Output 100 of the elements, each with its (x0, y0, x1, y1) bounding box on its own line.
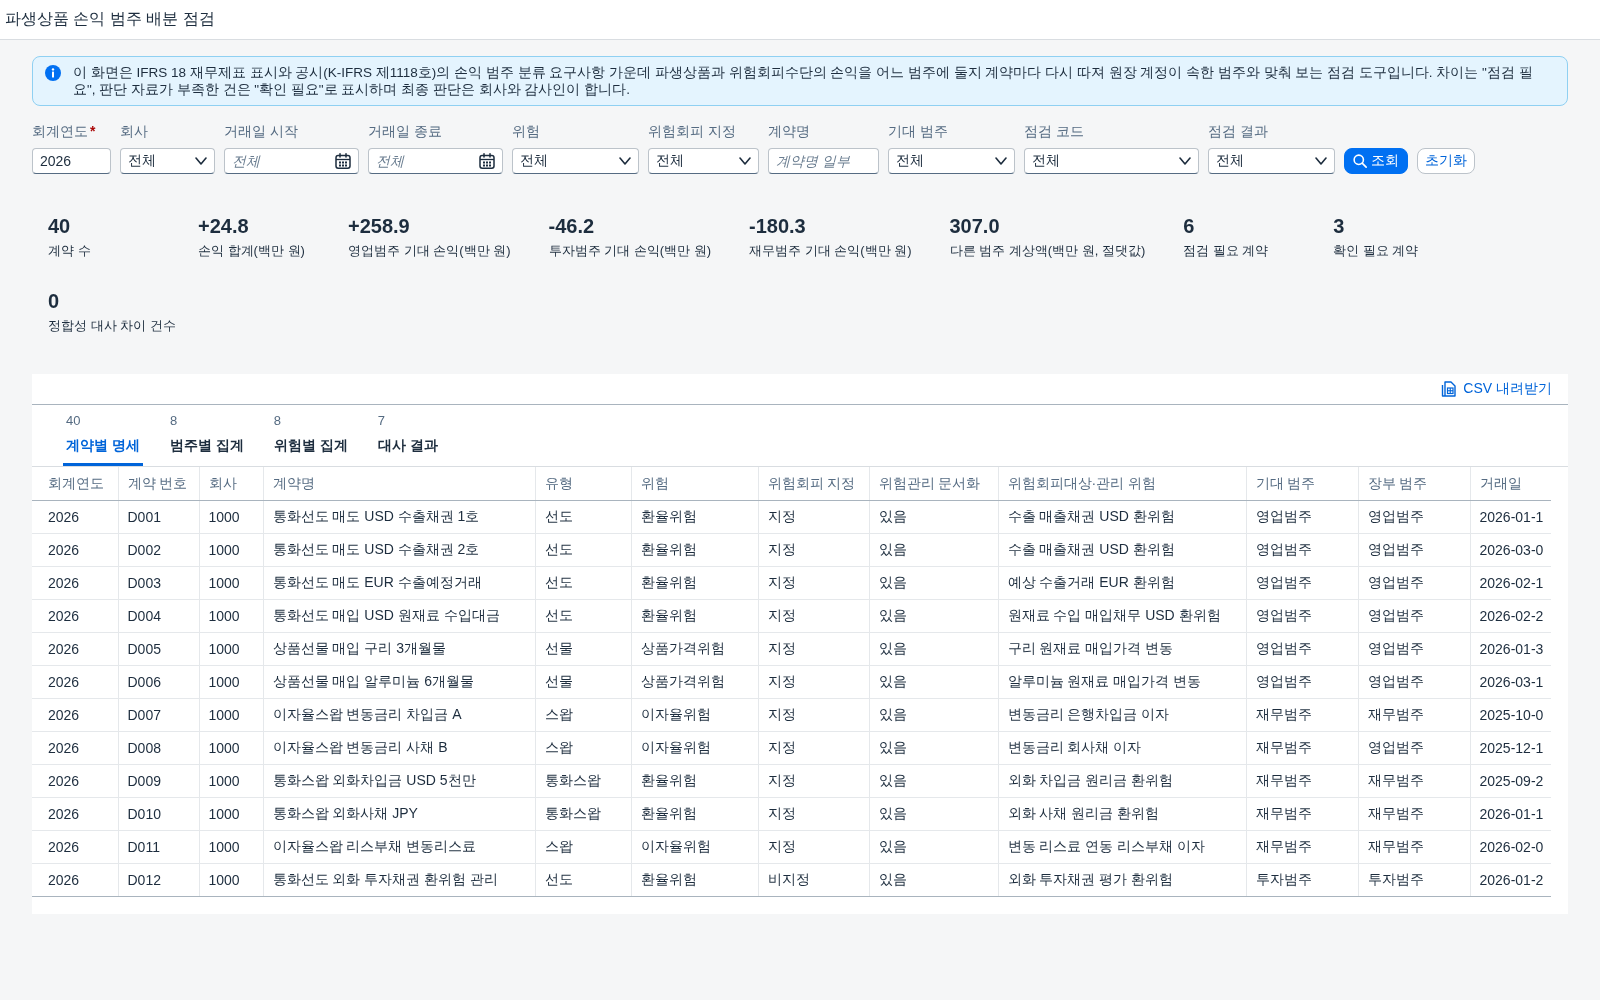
dropdown[interactable]: 전체 (120, 148, 215, 174)
column-header[interactable]: 회사 (199, 467, 263, 501)
table-cell: 재무범주 (1246, 731, 1358, 765)
table-cell: 스왑 (535, 731, 631, 765)
table-cell: 있음 (869, 599, 998, 633)
column-header[interactable]: 계약명 (263, 467, 535, 501)
table-cell: 수출 매출채권 USD 환위험 (998, 500, 1246, 534)
table-cell: 영업범주 (1358, 632, 1470, 666)
table-cell: 1000 (199, 533, 263, 567)
date-field[interactable]: 전체 (368, 148, 503, 174)
search-icon (1353, 154, 1367, 168)
table-cell: 영업범주 (1358, 533, 1470, 567)
column-header[interactable]: 위험회피대상·관리 위험 (998, 467, 1246, 501)
kpi-value: 307.0 (949, 214, 1001, 239)
table-cell: 영업범주 (1246, 665, 1358, 699)
table-cell: 영업범주 (1246, 632, 1358, 666)
input-field[interactable]: 2026 (32, 148, 111, 174)
kpi-label: 계약 수 (48, 242, 92, 259)
field-label: 점검 코드 (1024, 122, 1084, 140)
table-cell: 영업범주 (1358, 566, 1470, 600)
table-cell: 재무범주 (1246, 698, 1358, 732)
table-cell: 1000 (199, 632, 263, 666)
table-cell: 있음 (869, 698, 998, 732)
table-cell: D011 (118, 830, 199, 864)
tab[interactable]: 40 계약별 명세 (63, 405, 143, 466)
table-cell: 영업범주 (1358, 665, 1470, 699)
tab[interactable]: 8 위험별 집계 (270, 405, 351, 466)
kpi-label: 영업범주 기대 손익(백만 원) (348, 242, 511, 259)
column-header[interactable]: 장부 범주 (1358, 467, 1470, 501)
dropdown[interactable]: 전체 (1024, 148, 1199, 174)
dropdown[interactable]: 전체 (648, 148, 759, 174)
table-cell: 통화스왑 (535, 797, 631, 831)
reset-button[interactable]: 초기화 (1417, 148, 1475, 174)
input-field[interactable]: 계약명 일부 (768, 148, 879, 174)
table-cell: 원재료 수입 매입채무 USD 환위험 (998, 599, 1246, 633)
table-cell: 2026 (32, 533, 118, 567)
dropdown[interactable]: 전체 (1208, 148, 1335, 174)
kpi-value: -46.2 (548, 214, 596, 239)
table-cell: 지정 (758, 500, 869, 534)
column-header[interactable]: 계약 번호 (118, 467, 199, 501)
tab[interactable]: 8 범주별 집계 (166, 405, 247, 466)
table-cell: 이자율스왑 리스부채 변동리스료 (263, 830, 535, 864)
table-cell: 환율위험 (631, 566, 758, 600)
table-cell: D012 (118, 863, 199, 897)
table-cell: D007 (118, 698, 199, 732)
table-cell: 2026 (32, 731, 118, 765)
chevron-down-icon (739, 157, 751, 165)
column-header[interactable]: 위험 (631, 467, 758, 501)
table-cell: 영업범주 (1246, 533, 1358, 567)
table-cell: 환율위험 (631, 863, 758, 897)
field-label: 기대 범주 (888, 122, 948, 140)
table-cell: 지정 (758, 797, 869, 831)
tab[interactable]: 7 대사 결과 (374, 405, 441, 466)
table-cell: 2026-01-2 (1470, 863, 1551, 897)
table-cell: 비지정 (758, 863, 869, 897)
table-cell: 선물 (535, 632, 631, 666)
table-cell: 1000 (199, 863, 263, 897)
table-cell: 외화 투자채권 평가 환위험 (998, 863, 1246, 897)
field-label: 점검 결과 (1208, 122, 1268, 140)
table-cell: 1000 (199, 698, 263, 732)
dropdown[interactable]: 전체 (512, 148, 639, 174)
table-cell: 투자범주 (1358, 863, 1470, 897)
table-cell: D010 (118, 797, 199, 831)
table-cell: D006 (118, 665, 199, 699)
kpi-label: 다른 범주 계상액(백만 원, 절댓값) (949, 242, 1146, 259)
table-cell: 2026 (32, 764, 118, 798)
column-header[interactable]: 기대 범주 (1246, 467, 1358, 501)
column-header[interactable]: 위험관리 문서화 (869, 467, 998, 501)
kpi-label: 점검 필요 계약 (1183, 242, 1270, 259)
table-cell: 선물 (535, 665, 631, 699)
kpi-value: 40 (48, 214, 72, 239)
table-cell: 상품선물 매입 알루미늄 6개월물 (263, 665, 535, 699)
table-cell: 지정 (758, 731, 869, 765)
table-cell: 재무범주 (1246, 764, 1358, 798)
chevron-down-icon (195, 157, 207, 165)
column-header[interactable]: 회계연도 (32, 467, 118, 501)
column-header[interactable]: 유형 (535, 467, 631, 501)
table-cell: 영업범주 (1358, 500, 1470, 534)
table-cell: 있음 (869, 632, 998, 666)
table-cell: 예상 수출거래 EUR 환위험 (998, 566, 1246, 600)
table-cell: 상품선물 매입 구리 3개월물 (263, 632, 535, 666)
column-header[interactable]: 거래일 (1470, 467, 1551, 501)
table-cell: 2026 (32, 863, 118, 897)
date-field[interactable]: 전체 (224, 148, 359, 174)
table-cell: 2026-01-1 (1470, 797, 1551, 831)
table-cell: 영업범주 (1246, 500, 1358, 534)
csv-download-button[interactable]: CSV 내려받기 (1441, 380, 1552, 398)
required-mark: * (90, 122, 96, 140)
table-cell: 알루미늄 원재료 매입가격 변동 (998, 665, 1246, 699)
kpi-value: +258.9 (348, 214, 411, 239)
table-cell: 있음 (869, 863, 998, 897)
table-cell: 1000 (199, 599, 263, 633)
search-button[interactable]: 조회 (1344, 148, 1408, 174)
table-cell: 2026 (32, 500, 118, 534)
table-cell: 상품가격위험 (631, 665, 758, 699)
column-header[interactable]: 위험회피 지정 (758, 467, 869, 501)
table-cell: 통화스왑 외화차입금 USD 5천만 (263, 764, 535, 798)
table-cell: 지정 (758, 599, 869, 633)
dropdown[interactable]: 전체 (888, 148, 1015, 174)
table-cell: D001 (118, 500, 199, 534)
